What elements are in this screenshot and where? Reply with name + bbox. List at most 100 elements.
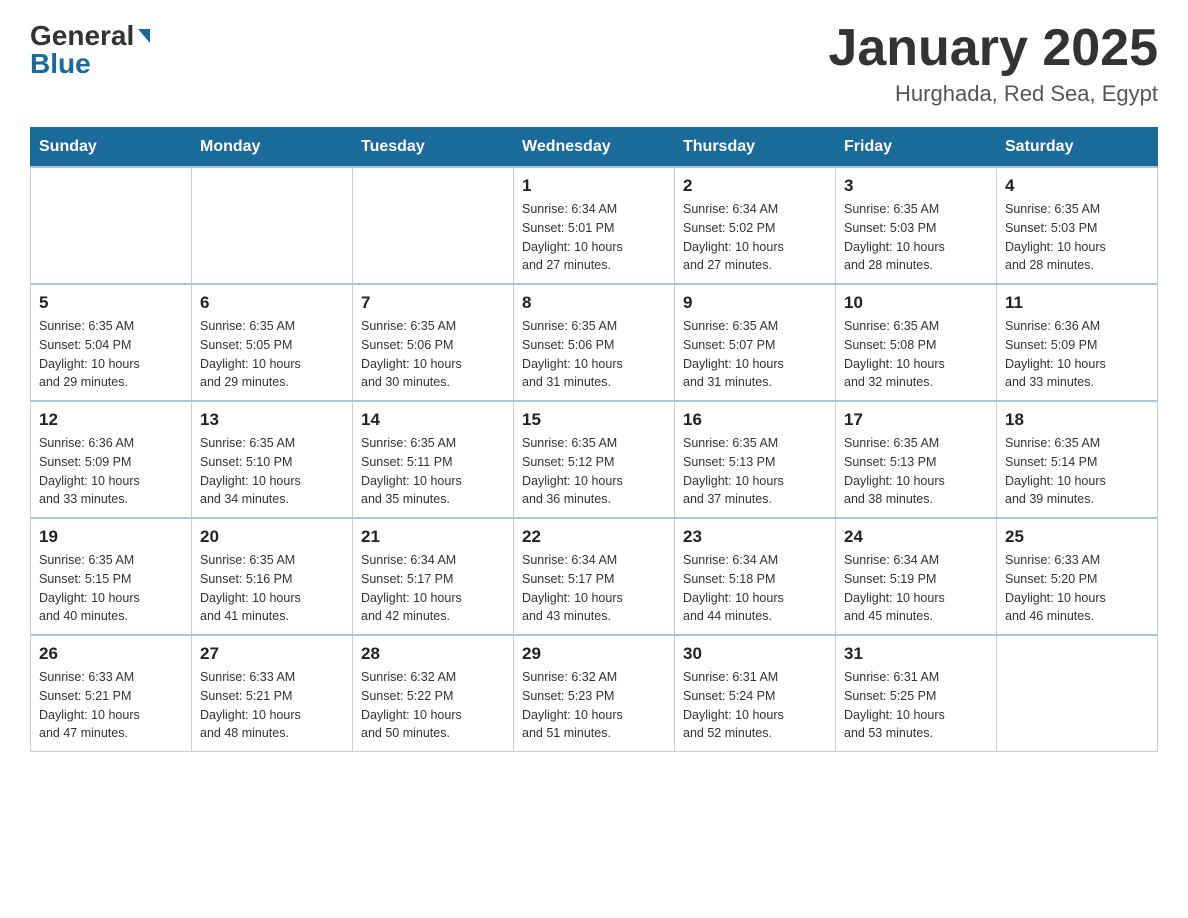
calendar-cell: 22 Sunrise: 6:34 AM Sunset: 5:17 PM Dayli… [514, 518, 675, 635]
day-info: Sunrise: 6:35 AM Sunset: 5:04 PM Dayligh… [39, 317, 183, 392]
calendar-cell: 9Sunrise: 6:35 AM Sunset: 5:07 PM Daylig… [675, 284, 836, 401]
day-number: 17 [844, 410, 988, 430]
day-info: Sunrise: 6:34 AM Sunset: 5:18 PM Dayligh… [683, 551, 827, 626]
day-info: Sunrise: 6:31 AM Sunset: 5:24 PM Dayligh… [683, 668, 827, 743]
day-info: Sunrise: 6:35 AM Sunset: 5:16 PM Dayligh… [200, 551, 344, 626]
day-info: Sunrise: 6:34 AM Sunset: 5:01 PM Dayligh… [522, 200, 666, 275]
calendar-header-friday: Friday [836, 128, 997, 168]
day-number: 28 [361, 644, 505, 664]
calendar-header-thursday: Thursday [675, 128, 836, 168]
calendar-cell: 14 Sunrise: 6:35 AM Sunset: 5:11 PM Dayli… [353, 401, 514, 518]
calendar-cell: 6 Sunrise: 6:35 AM Sunset: 5:05 PM Daylig… [192, 284, 353, 401]
day-info: Sunrise: 6:35 AM Sunset: 5:14 PM Dayligh… [1005, 434, 1149, 509]
day-info: Sunrise: 6:35 AM Sunset: 5:08 PM Dayligh… [844, 317, 988, 392]
day-number: 30 [683, 644, 827, 664]
day-number: 8 [522, 293, 666, 313]
month-title: January 2025 [828, 20, 1158, 77]
logo: General Blue [30, 20, 150, 80]
day-info: Sunrise: 6:35 AM Sunset: 5:03 PM Dayligh… [844, 200, 988, 275]
calendar-week-row: 19 Sunrise: 6:35 AM Sunset: 5:15 PM Dayli… [31, 518, 1158, 635]
calendar-header-saturday: Saturday [997, 128, 1158, 168]
day-info: Sunrise: 6:33 AM Sunset: 5:21 PM Dayligh… [39, 668, 183, 743]
day-number: 4 [1005, 176, 1149, 196]
day-number: 25 [1005, 527, 1149, 547]
calendar-cell: 17Sunrise: 6:35 AM Sunset: 5:13 PM Dayli… [836, 401, 997, 518]
day-number: 27 [200, 644, 344, 664]
day-info: Sunrise: 6:32 AM Sunset: 5:23 PM Dayligh… [522, 668, 666, 743]
day-number: 6 [200, 293, 344, 313]
calendar-table: SundayMondayTuesdayWednesdayThursdayFrid… [30, 127, 1158, 752]
calendar-cell: 3 Sunrise: 6:35 AM Sunset: 5:03 PM Daylig… [836, 167, 997, 284]
calendar-header-wednesday: Wednesday [514, 128, 675, 168]
day-number: 10 [844, 293, 988, 313]
day-info: Sunrise: 6:34 AM Sunset: 5:17 PM Dayligh… [361, 551, 505, 626]
logo-arrow-icon [138, 29, 150, 43]
day-info: Sunrise: 6:35 AM Sunset: 5:06 PM Dayligh… [361, 317, 505, 392]
calendar-cell: 30 Sunrise: 6:31 AM Sunset: 5:24 PM Dayli… [675, 635, 836, 752]
day-info: Sunrise: 6:35 AM Sunset: 5:15 PM Dayligh… [39, 551, 183, 626]
day-number: 23 [683, 527, 827, 547]
calendar-cell [997, 635, 1158, 752]
calendar-cell: 8 Sunrise: 6:35 AM Sunset: 5:06 PM Daylig… [514, 284, 675, 401]
day-number: 22 [522, 527, 666, 547]
calendar-cell: 26 Sunrise: 6:33 AM Sunset: 5:21 PM Dayli… [31, 635, 192, 752]
calendar-cell: 19 Sunrise: 6:35 AM Sunset: 5:15 PM Dayli… [31, 518, 192, 635]
calendar-week-row: 1 Sunrise: 6:34 AM Sunset: 5:01 PM Daylig… [31, 167, 1158, 284]
calendar-week-row: 26 Sunrise: 6:33 AM Sunset: 5:21 PM Dayli… [31, 635, 1158, 752]
day-number: 14 [361, 410, 505, 430]
calendar-cell: 16Sunrise: 6:35 AM Sunset: 5:13 PM Dayli… [675, 401, 836, 518]
calendar-cell: 21 Sunrise: 6:34 AM Sunset: 5:17 PM Dayli… [353, 518, 514, 635]
calendar-cell: 13Sunrise: 6:35 AM Sunset: 5:10 PM Dayli… [192, 401, 353, 518]
location-subtitle: Hurghada, Red Sea, Egypt [828, 81, 1158, 107]
day-info: Sunrise: 6:35 AM Sunset: 5:10 PM Dayligh… [200, 434, 344, 509]
day-number: 31 [844, 644, 988, 664]
day-number: 20 [200, 527, 344, 547]
day-number: 2 [683, 176, 827, 196]
day-info: Sunrise: 6:35 AM Sunset: 5:13 PM Dayligh… [683, 434, 827, 509]
calendar-cell: 27 Sunrise: 6:33 AM Sunset: 5:21 PM Dayli… [192, 635, 353, 752]
calendar-header-sunday: Sunday [31, 128, 192, 168]
calendar-cell: 24 Sunrise: 6:34 AM Sunset: 5:19 PM Dayli… [836, 518, 997, 635]
calendar-cell: 25Sunrise: 6:33 AM Sunset: 5:20 PM Dayli… [997, 518, 1158, 635]
day-info: Sunrise: 6:31 AM Sunset: 5:25 PM Dayligh… [844, 668, 988, 743]
day-info: Sunrise: 6:36 AM Sunset: 5:09 PM Dayligh… [1005, 317, 1149, 392]
calendar-week-row: 12 Sunrise: 6:36 AM Sunset: 5:09 PM Dayli… [31, 401, 1158, 518]
calendar-cell: 15Sunrise: 6:35 AM Sunset: 5:12 PM Dayli… [514, 401, 675, 518]
day-info: Sunrise: 6:33 AM Sunset: 5:21 PM Dayligh… [200, 668, 344, 743]
calendar-cell: 12 Sunrise: 6:36 AM Sunset: 5:09 PM Dayli… [31, 401, 192, 518]
calendar-cell [353, 167, 514, 284]
calendar-cell [31, 167, 192, 284]
calendar-cell: 2 Sunrise: 6:34 AM Sunset: 5:02 PM Daylig… [675, 167, 836, 284]
calendar-cell: 4 Sunrise: 6:35 AM Sunset: 5:03 PM Daylig… [997, 167, 1158, 284]
title-block: January 2025 Hurghada, Red Sea, Egypt [828, 20, 1158, 107]
day-info: Sunrise: 6:34 AM Sunset: 5:02 PM Dayligh… [683, 200, 827, 275]
day-info: Sunrise: 6:35 AM Sunset: 5:11 PM Dayligh… [361, 434, 505, 509]
day-info: Sunrise: 6:36 AM Sunset: 5:09 PM Dayligh… [39, 434, 183, 509]
calendar-cell [192, 167, 353, 284]
day-info: Sunrise: 6:35 AM Sunset: 5:03 PM Dayligh… [1005, 200, 1149, 275]
day-number: 26 [39, 644, 183, 664]
calendar-cell: 28Sunrise: 6:32 AM Sunset: 5:22 PM Dayli… [353, 635, 514, 752]
calendar-header-tuesday: Tuesday [353, 128, 514, 168]
day-info: Sunrise: 6:35 AM Sunset: 5:06 PM Dayligh… [522, 317, 666, 392]
calendar-cell: 7 Sunrise: 6:35 AM Sunset: 5:06 PM Daylig… [353, 284, 514, 401]
day-number: 11 [1005, 293, 1149, 313]
day-number: 21 [361, 527, 505, 547]
day-number: 18 [1005, 410, 1149, 430]
day-info: Sunrise: 6:35 AM Sunset: 5:07 PM Dayligh… [683, 317, 827, 392]
day-number: 12 [39, 410, 183, 430]
day-info: Sunrise: 6:34 AM Sunset: 5:19 PM Dayligh… [844, 551, 988, 626]
day-number: 19 [39, 527, 183, 547]
day-number: 5 [39, 293, 183, 313]
day-info: Sunrise: 6:34 AM Sunset: 5:17 PM Dayligh… [522, 551, 666, 626]
day-number: 3 [844, 176, 988, 196]
day-number: 29 [522, 644, 666, 664]
day-info: Sunrise: 6:35 AM Sunset: 5:05 PM Dayligh… [200, 317, 344, 392]
day-number: 7 [361, 293, 505, 313]
day-number: 24 [844, 527, 988, 547]
day-number: 1 [522, 176, 666, 196]
calendar-cell: 1 Sunrise: 6:34 AM Sunset: 5:01 PM Daylig… [514, 167, 675, 284]
day-number: 15 [522, 410, 666, 430]
calendar-cell: 18 Sunrise: 6:35 AM Sunset: 5:14 PM Dayli… [997, 401, 1158, 518]
calendar-cell: 29 Sunrise: 6:32 AM Sunset: 5:23 PM Dayli… [514, 635, 675, 752]
